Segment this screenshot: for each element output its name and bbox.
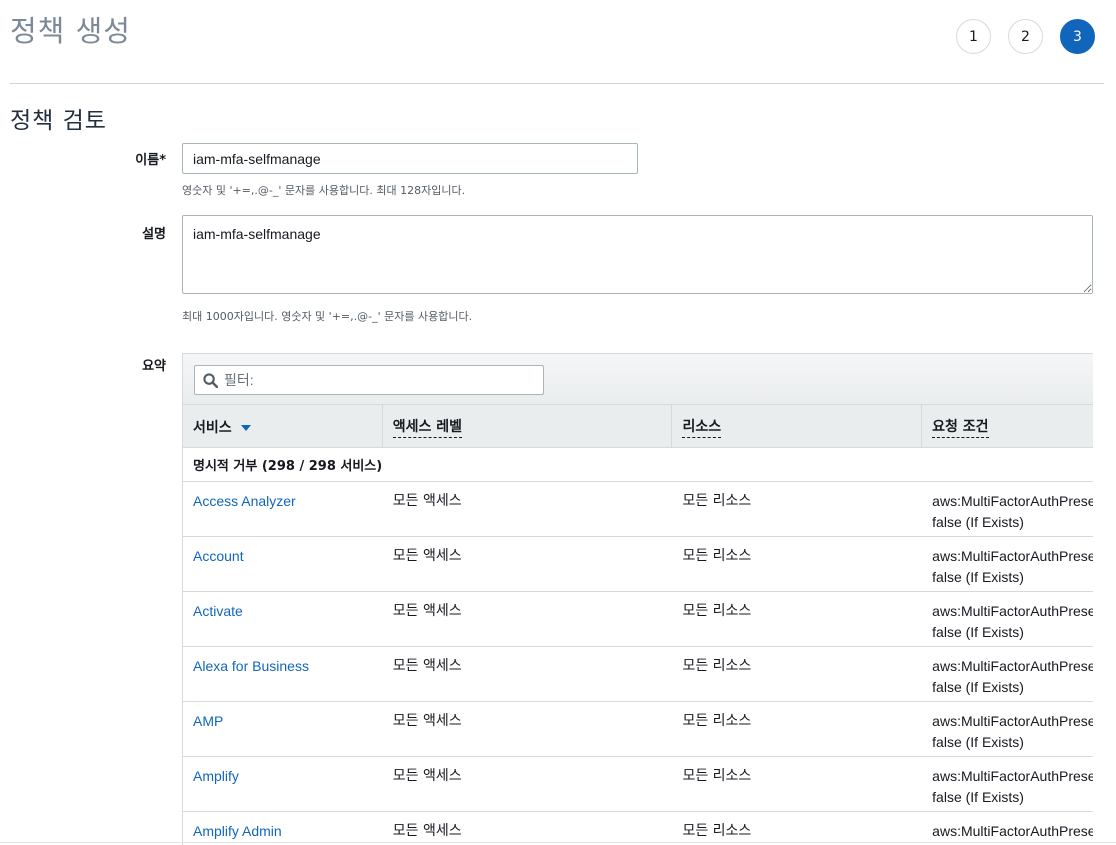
table-row: Activate 모든 액세스 모든 리소스 aws:MultiFactorAuthP… [183, 592, 1093, 647]
column-service[interactable]: 서비스 [183, 405, 383, 448]
condition-cell: aws:MultiFactorAuthPresent false (If Exis… [922, 537, 1093, 591]
table-row: AMP 모든 액세스 모든 리소스 aws:MultiFactorAuthPresen… [183, 702, 1093, 757]
column-access-level-label: 액세스 레벨 [392, 416, 463, 438]
table-row: Account 모든 액세스 모든 리소스 aws:MultiFactorAuthPr… [183, 537, 1093, 592]
access-level-cell: 모든 액세스 [392, 713, 462, 729]
access-level-cell: 모든 액세스 [392, 493, 462, 509]
column-request-condition[interactable]: 요청 조건 [922, 405, 1093, 448]
service-link[interactable]: Access Analyzer [183, 482, 383, 536]
table-header: 서비스 액세스 레벨 리소스 요청 조건 [183, 405, 1093, 448]
service-link[interactable]: Activate [183, 592, 383, 646]
filter-input[interactable] [224, 372, 524, 388]
header-divider [10, 83, 1104, 84]
service-link[interactable]: Account [183, 537, 383, 591]
column-resource[interactable]: 리소스 [672, 405, 923, 448]
bottom-divider [0, 842, 1116, 843]
access-level-cell: 모든 액세스 [392, 548, 462, 564]
step-2[interactable]: 2 [1008, 19, 1043, 54]
description-hint: 최대 1000자입니다. 영숫자 및 '+=,.@-_' 문자를 사용합니다. [182, 310, 473, 323]
condition-cell: aws:MultiFactorAuthPresentfalse (If Exis… [922, 812, 1093, 845]
page-title: 정책 생성 [10, 14, 131, 48]
service-link[interactable]: Amplify Admin [183, 812, 383, 845]
condition-value: false (If Exists) [932, 679, 1024, 695]
policy-name-input[interactable] [182, 143, 638, 174]
access-level-cell: 모든 액세스 [392, 768, 462, 784]
service-link[interactable]: Alexa for Business [183, 647, 383, 701]
table-row: Amplify 모든 액세스 모든 리소스 aws:MultiFactorAuthPr… [183, 757, 1093, 812]
condition-value: false (If Exists) [932, 734, 1024, 750]
condition-value: false (If Exists) [932, 569, 1024, 585]
group-explicit-deny: 명시적 거부 (298 / 298 서비스) [183, 448, 1093, 482]
name-hint: 영숫자 및 '+=,.@-_' 문자를 사용합니다. 최대 128자입니다. [182, 184, 466, 197]
condition-cell: aws:MultiFactorAuthPresent false (If Exis… [922, 482, 1093, 536]
step-3-current[interactable]: 3 [1060, 19, 1095, 54]
summary-table: 서비스 액세스 레벨 리소스 요청 조건 명시적 거부 (298 / 298 서… [182, 353, 1093, 845]
condition-key: aws:MultiFactorAuthPresent [932, 768, 1093, 784]
service-link[interactable]: Amplify [183, 757, 383, 811]
table-row: Alexa for Business 모든 액세스 모든 리소스 aws:MultiF… [183, 647, 1093, 702]
resource-cell: 모든 리소스 [682, 658, 752, 674]
condition-key: aws:MultiFactorAuthPresent [932, 823, 1093, 839]
condition-key: aws:MultiFactorAuthPresent [932, 658, 1093, 674]
section-title: 정책 검토 [10, 108, 107, 134]
table-row: Access Analyzer 모든 액세스 모든 리소스 aws:MultiFact… [183, 482, 1093, 537]
condition-cell: aws:MultiFactorAuthPresent false (If Exis… [922, 702, 1093, 756]
column-resource-label: 리소스 [682, 416, 722, 438]
condition-value: false (If Exists) [932, 514, 1024, 530]
table-row: Amplify Admin 모든 액세스 모든 리소스 aws:MultiFactor… [183, 812, 1093, 845]
condition-key: aws:MultiFactorAuthPresent [932, 603, 1093, 619]
condition-value: false (If Exists) [932, 624, 1024, 640]
condition-key: aws:MultiFactorAuthPresent [932, 548, 1093, 564]
resource-cell: 모든 리소스 [682, 768, 752, 784]
resource-cell: 모든 리소스 [682, 493, 752, 509]
access-level-cell: 모든 액세스 [392, 603, 462, 619]
access-level-cell: 모든 액세스 [392, 823, 462, 839]
table-toolbar [183, 353, 1093, 405]
name-label: 이름* [135, 153, 166, 168]
column-access-level[interactable]: 액세스 레벨 [383, 405, 673, 448]
condition-cell: aws:MultiFactorAuthPresent false (If Exis… [922, 592, 1093, 646]
condition-cell: aws:MultiFactorAuthPresent false (If Exis… [922, 647, 1093, 701]
condition-key: aws:MultiFactorAuthPresent [932, 713, 1093, 729]
service-link[interactable]: AMP [183, 702, 383, 756]
resource-cell: 모든 리소스 [682, 548, 752, 564]
resource-cell: 모든 리소스 [682, 823, 752, 839]
condition-cell: aws:MultiFactorAuthPresent false (If Exis… [922, 757, 1093, 811]
wizard-steps: 1 2 3 [956, 19, 1095, 54]
resource-cell: 모든 리소스 [682, 713, 752, 729]
filter-box[interactable] [194, 365, 544, 395]
summary-label: 요약 [142, 359, 166, 374]
resource-cell: 모든 리소스 [682, 603, 752, 619]
description-label: 설명 [142, 227, 166, 242]
access-level-cell: 모든 액세스 [392, 658, 462, 674]
condition-value: false (If Exists) [932, 789, 1024, 805]
step-1[interactable]: 1 [956, 19, 991, 54]
description-textarea[interactable]: iam-mfa-selfmanage [182, 215, 1093, 294]
sort-desc-icon [240, 424, 251, 431]
search-icon [203, 372, 218, 388]
column-service-label: 서비스 [193, 419, 232, 436]
condition-key: aws:MultiFactorAuthPresent [932, 493, 1093, 509]
table-body: Access Analyzer 모든 액세스 모든 리소스 aws:MultiFact… [183, 482, 1093, 845]
column-request-condition-label: 요청 조건 [932, 416, 989, 438]
